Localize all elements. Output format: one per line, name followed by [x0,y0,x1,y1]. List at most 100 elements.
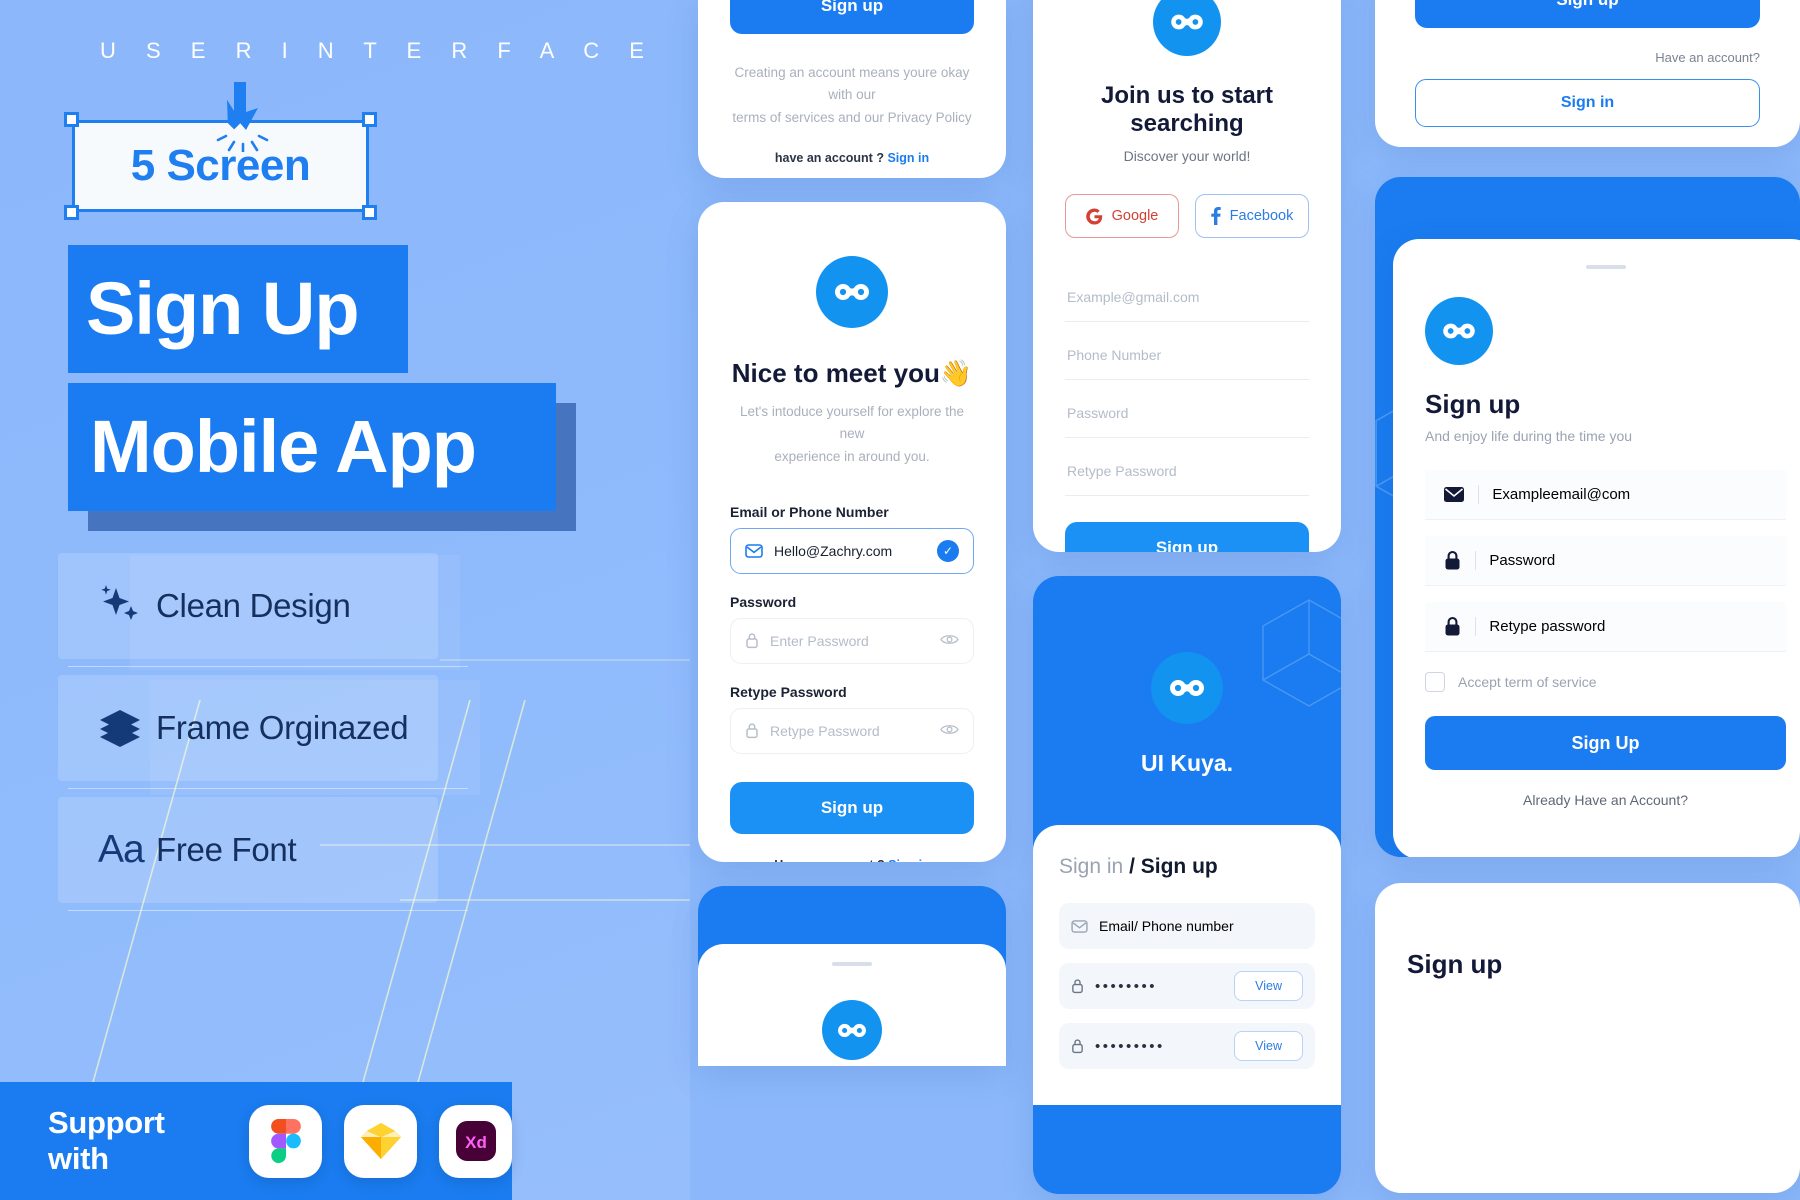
drag-handle[interactable] [832,962,872,966]
feature-item-clean-design: Clean Design [58,545,468,667]
auth-tabs: Sign in / Sign up [1059,855,1315,879]
password-field[interactable]: •••••••• View [1059,963,1315,1009]
drag-handle[interactable] [1585,265,1626,269]
lock-icon [1445,616,1460,636]
accept-terms-row[interactable]: Accept term of service [1425,672,1786,692]
retype-password-field[interactable]: ••••••••• View [1059,1023,1315,1069]
retype-placeholder: Retype password [1489,618,1606,635]
signin-button[interactable]: Sign in [1415,79,1760,127]
signin-link[interactable]: Sign in [887,151,929,165]
mockup-column-1: Sign up Creating an account means youre … [698,0,1006,1066]
have-account-row: Have an account ? Sign in [730,858,974,862]
toggle-password-visibility-icon[interactable] [940,633,959,649]
signup-button-label: Sign Up [1571,732,1640,753]
phone-field[interactable]: Phone Number [1065,330,1309,380]
sketch-icon[interactable] [344,1104,417,1178]
password-placeholder: Enter Password [770,632,869,649]
already-account-label[interactable]: Already Have an Account? [1425,792,1786,808]
accept-terms-checkbox[interactable] [1425,672,1445,692]
signup-button-label: Sign up [820,0,884,15]
password-value: •••••••• [1095,977,1158,995]
screen-subtitle: Let's intoduce yourself for explore the … [730,401,974,468]
field-divider [1478,485,1480,504]
adobe-xd-icon[interactable]: Xd [439,1104,512,1178]
screen-signup-detail: Sign up And enjoy life during the time y… [1375,177,1800,857]
cursor-click-icon [216,80,269,152]
view-password-button[interactable]: View [1234,971,1303,1001]
resize-handle-bottom-right[interactable] [362,205,377,220]
tab-separator: / [1129,855,1135,878]
email-field[interactable]: Exampleemail@com [1425,470,1786,520]
email-field[interactable]: Hello@Zachry.com ✓ [730,527,974,574]
google-login-button[interactable]: Google [1065,194,1179,238]
signup-button-label: Sign up [1155,538,1219,552]
valid-check-icon: ✓ [937,539,959,562]
feature-item-frame-organized: Frame Orginazed [58,667,468,789]
wave-emoji-icon: 👋 [939,358,973,388]
email-value: Hello@Zachry.com [774,542,893,559]
mask-logo-icon [835,283,869,301]
mask-logo-icon [1170,679,1204,697]
feature-list: Clean Design Frame Orginazed Aa Free Fon… [58,545,468,911]
sparkle-icon [98,584,156,628]
password-field[interactable]: Password [1065,388,1309,438]
mockup-column-3: Sign up Have an account? Sign in [1375,0,1800,1193]
mask-logo-icon [1171,14,1203,30]
figma-icon[interactable] [249,1104,322,1178]
tab-sign-in[interactable]: Sign in [1059,855,1123,878]
retype-placeholder: Retype Password [1067,462,1177,479]
signup-button[interactable]: Sign up [1415,0,1760,28]
mockup-column-2: Join us to start searching Discover your… [1033,0,1341,1194]
signin-button-label: Sign in [1560,94,1615,111]
retype-value: ••••••••• [1095,1037,1165,1055]
envelope-icon [1071,919,1088,933]
screen-signin-prompt: Sign up Have an account? Sign in [1375,0,1800,147]
resize-handle-top-left[interactable] [64,112,79,127]
password-field[interactable]: Password [1425,536,1786,586]
email-placeholder: Email/ Phone number [1099,918,1234,934]
feature-item-free-font: Aa Free Font [58,789,468,911]
auth-sheet: Sign in / Sign up Email/ Phone number ••… [1033,825,1341,1105]
signup-sheet: Sign up And enjoy life during the time y… [1393,239,1800,857]
signin-link[interactable]: Sign in [888,858,930,862]
resize-handle-top-right[interactable] [362,112,377,127]
screen-partial-bottom [698,886,1006,1066]
signup-button: Sign up [730,0,974,34]
feature-label: Clean Design [156,586,351,624]
heading-text: Nice to meet you [731,358,940,388]
facebook-login-button[interactable]: Facebook [1195,194,1309,238]
retype-placeholder: Retype Password [770,722,880,739]
screen-subtitle: And enjoy life during the time you [1425,428,1633,444]
toggle-retype-visibility-icon[interactable] [940,723,959,739]
resize-handle-bottom-left[interactable] [64,205,79,220]
lock-icon [746,633,758,649]
app-logo [816,256,888,328]
signup-button[interactable]: Sign Up [1425,716,1786,770]
eyebrow-text: U S E R I N T E R F A C E [100,38,656,63]
facebook-label: Facebook [1229,208,1294,224]
email-field-label: Email or Phone Number [730,503,889,520]
app-icon-list: Xd [249,1104,512,1178]
layers-icon [98,707,156,749]
email-field[interactable]: Email/ Phone number [1059,903,1315,949]
field-divider [1475,551,1477,570]
selection-badge: 5 Screen [64,80,377,220]
have-account-label: Have an account ? [774,858,884,862]
subtitle-line-2: experience in around you. [774,448,930,464]
tab-sign-up[interactable]: Sign up [1141,855,1218,878]
feature-label: Free Font [156,830,297,868]
mask-logo-icon [838,1023,866,1037]
screen-heading: Sign up [1407,949,1503,979]
email-value: Exampleemail@com [1492,486,1631,503]
retype-password-field[interactable]: Retype password [1425,602,1786,652]
retype-password-field[interactable]: Retype Password [1065,446,1309,496]
email-field[interactable]: Example@gmail.com [1065,272,1309,322]
envelope-icon [745,543,763,558]
retype-password-field[interactable]: Retype Password [730,707,974,754]
signup-button[interactable]: Sign up [730,781,974,834]
signup-button-label: Sign up [1556,0,1618,10]
password-field[interactable]: Enter Password [730,617,974,664]
screen-ui-kuya: UI Kuya. Sign in / Sign up Email/ Phone … [1033,576,1341,1194]
signup-button[interactable]: Sign up [1065,522,1309,552]
view-retype-button[interactable]: View [1234,1031,1303,1061]
